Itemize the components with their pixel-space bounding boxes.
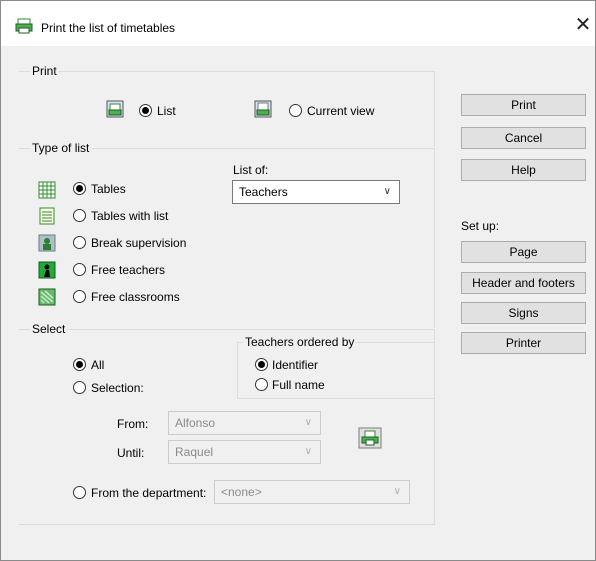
print-dialog: Print the list of timetables ✕ Print Lis… (0, 0, 596, 561)
table-list-icon (39, 207, 55, 225)
department-radio[interactable] (73, 486, 86, 499)
printer-button[interactable]: Printer (461, 332, 586, 354)
from-label: From: (117, 417, 149, 431)
select-group-label: Select (30, 322, 68, 336)
until-value: Raquel (175, 445, 214, 459)
cancel-button[interactable]: Cancel (461, 127, 586, 149)
department-label[interactable]: From the department: (91, 486, 206, 500)
setup-label: Set up: (461, 219, 500, 233)
header-footers-button[interactable]: Header and footers (461, 272, 586, 294)
tables-with-list-label[interactable]: Tables with list (91, 209, 168, 223)
print-current-view-radio[interactable] (289, 104, 302, 117)
ordered-fullname-label[interactable]: Full name (272, 378, 325, 392)
help-button[interactable]: Help (461, 159, 586, 181)
ordered-identifier-label[interactable]: Identifier (272, 358, 318, 372)
free-teachers-radio[interactable] (73, 263, 86, 276)
list-of-value: Teachers (239, 185, 288, 199)
type-of-list-label: Type of list (30, 141, 92, 155)
tables-radio[interactable] (73, 182, 86, 195)
tables-label[interactable]: Tables (91, 182, 126, 196)
ordered-identifier-radio[interactable] (255, 358, 268, 371)
from-select[interactable]: Alfonso ∨ (168, 411, 321, 435)
print-view-icon (254, 100, 272, 118)
supervision-icon (38, 234, 56, 252)
ordered-fullname-radio[interactable] (255, 378, 268, 391)
from-value: Alfonso (175, 416, 216, 430)
select-selection-radio[interactable] (73, 381, 86, 394)
list-of-select[interactable]: Teachers ∨ (232, 180, 400, 204)
free-classroom-icon (38, 288, 56, 306)
chevron-down-icon: ∨ (304, 417, 312, 428)
tables-with-list-radio[interactable] (73, 209, 86, 222)
print-current-view-label[interactable]: Current view (307, 104, 374, 118)
print-button[interactable]: Print (461, 94, 586, 116)
until-select[interactable]: Raquel ∨ (168, 440, 321, 464)
department-select[interactable]: <none> ∨ (214, 480, 410, 504)
department-value: <none> (221, 485, 262, 499)
close-button[interactable]: ✕ (573, 15, 593, 35)
chevron-down-icon: ∨ (383, 186, 391, 197)
signs-button[interactable]: Signs (461, 302, 586, 324)
chevron-down-icon: ∨ (393, 486, 401, 497)
break-supervision-radio[interactable] (73, 236, 86, 249)
chevron-down-icon: ∨ (304, 446, 312, 457)
ordered-by-label: Teachers ordered by (243, 335, 357, 349)
list-of-label: List of: (233, 163, 269, 177)
printer-app-icon (15, 18, 33, 34)
until-label: Until: (117, 446, 145, 460)
print-list-radio[interactable] (139, 104, 152, 117)
free-teachers-label[interactable]: Free teachers (91, 263, 165, 277)
ordered-by-group (237, 342, 434, 399)
print-list-label[interactable]: List (157, 104, 176, 118)
select-all-label[interactable]: All (91, 358, 104, 372)
select-all-radio[interactable] (73, 358, 86, 371)
select-selection-label[interactable]: Selection: (91, 381, 144, 395)
free-teacher-icon (38, 261, 56, 279)
preview-print-icon[interactable] (358, 427, 382, 449)
break-supervision-label[interactable]: Break supervision (91, 236, 186, 250)
free-classrooms-radio[interactable] (73, 290, 86, 303)
print-list-icon (106, 100, 124, 118)
window-title: Print the list of timetables (41, 21, 176, 35)
grid-table-icon (38, 181, 56, 199)
page-button[interactable]: Page (461, 241, 586, 263)
title-bar: Print the list of timetables ✕ (1, 1, 595, 46)
free-classrooms-label[interactable]: Free classrooms (91, 290, 180, 304)
print-group-label: Print (30, 64, 59, 78)
